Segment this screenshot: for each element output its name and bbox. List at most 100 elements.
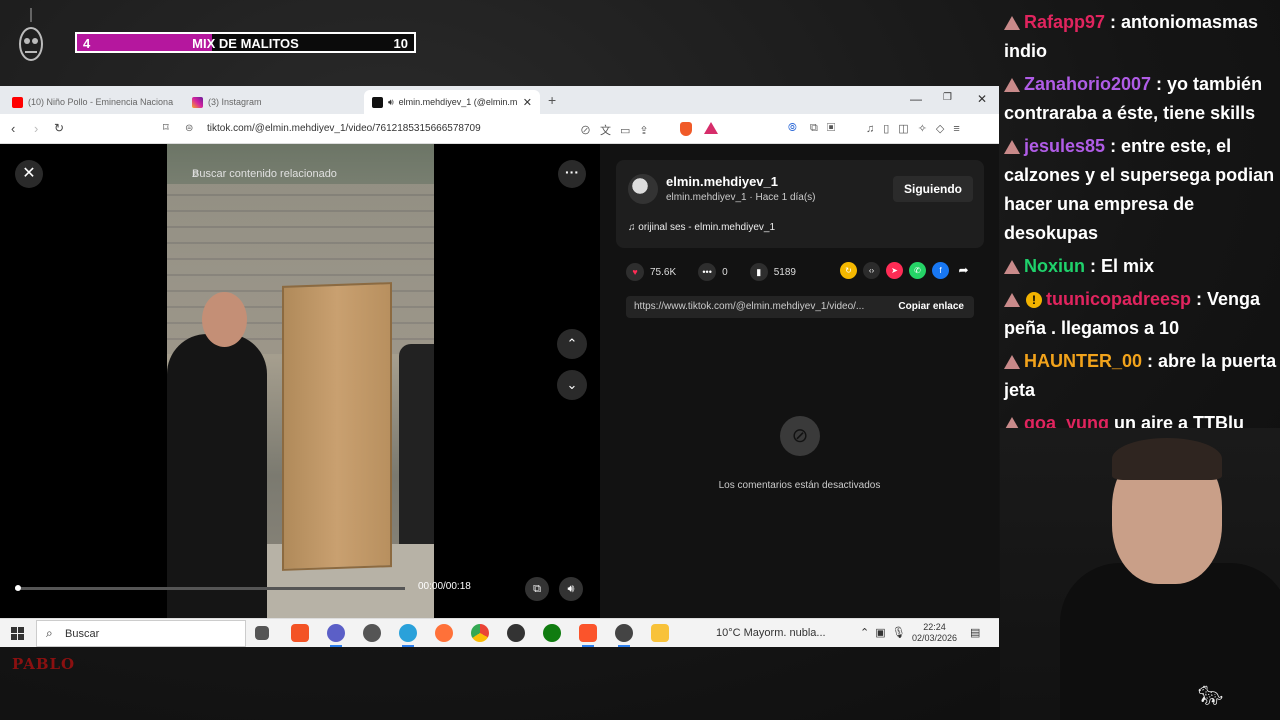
whatsapp-icon[interactable]: ✆ [909, 262, 926, 279]
video-frame-person [167, 334, 267, 618]
avatar[interactable] [628, 174, 658, 204]
address-bar: ‹ › ↻ ⌑ ⊜ tiktok.com/@elmin.mehdiyev_1/vi… [0, 114, 999, 144]
media-player-icon[interactable] [507, 624, 525, 642]
embed-icon[interactable]: ‹› [863, 262, 880, 279]
weather-widget[interactable]: 10°C Mayorm. nubla... [716, 627, 826, 639]
windows-taskbar: ⌕ Buscar 10°C Mayorm. nubla... ⌃▣🎙︎ 22:2… [0, 618, 999, 647]
chat-badge-icon [1004, 16, 1020, 31]
pip-button[interactable]: ⧉ [525, 577, 549, 601]
taskbar-clock[interactable]: 22:24 02/03/2026 [912, 622, 957, 644]
taskbar-search[interactable]: ⌕ Buscar [36, 620, 246, 647]
minimize-button[interactable]: — [910, 92, 922, 106]
youtube-icon [12, 96, 23, 108]
search-icon[interactable]: ⌕ [192, 165, 408, 181]
chat-message: Noxiun : El mix [1004, 252, 1280, 281]
like-heart-icon[interactable]: ♥ [626, 263, 644, 281]
likes-count: 75.6K [650, 266, 677, 278]
volume-button[interactable]: 🔊︎ [559, 577, 583, 601]
tab-instagram[interactable]: (3) Instagram [184, 90, 360, 114]
comment-icon[interactable]: ••• [698, 263, 717, 281]
windows-start-icon[interactable] [11, 627, 24, 640]
bookmark-icon[interactable]: ▮ [749, 263, 768, 281]
chat-username[interactable]: Noxiun [1024, 256, 1085, 276]
comments-off-icon: ⊘ [780, 416, 820, 456]
reload-button[interactable]: ↻ [54, 121, 64, 135]
previous-video-button[interactable]: ⌃ [557, 329, 587, 359]
brave-rewards-icon[interactable] [704, 122, 718, 134]
video-progress-bar[interactable] [15, 585, 405, 591]
next-video-button[interactable]: ⌄ [557, 370, 587, 400]
post-info-panel: elmin.mehdiyev_1 elmin.mehdiyev_1 · Hace… [600, 144, 999, 618]
page-actions-icons[interactable]: ⊘文▭⇪ [580, 122, 658, 138]
chat-panel: Rafapp97 : antoniomasmas indio Zanahorio2… [1004, 8, 1280, 442]
tab-youtube[interactable]: (10) Niño Pollo - Eminencia Naciona [4, 90, 180, 114]
share-link-text[interactable]: https://www.tiktok.com/@elmin.mehdiyev_1… [634, 301, 882, 312]
extensions-icons[interactable]: ⦾ [788, 122, 806, 135]
system-tray-icons[interactable]: ⌃▣🎙︎ [860, 626, 912, 639]
related-search-input[interactable]: Buscar contenido relacionado ⌕ [180, 162, 420, 188]
share-arrow-icon[interactable]: ➦ [955, 262, 972, 279]
facebook-icon[interactable]: f [932, 262, 949, 279]
chat-badge-icon [1004, 78, 1020, 93]
file-explorer-icon[interactable] [651, 624, 669, 642]
music-note-icon: ♫ [628, 222, 639, 233]
site-info-icon[interactable]: ⊜ [185, 118, 197, 140]
webcam-person-hair [1112, 438, 1222, 480]
chat-text: : El mix [1085, 256, 1155, 276]
browser-window: (10) Niño Pollo - Eminencia Naciona (3) … [0, 86, 999, 647]
obs-icon[interactable] [615, 624, 633, 647]
new-tab-button[interactable]: + [548, 92, 556, 108]
taskbar-search-label: Buscar [65, 628, 100, 640]
restore-button[interactable]: ❐ [943, 92, 952, 103]
progress-knob[interactable] [15, 585, 21, 591]
chat-username[interactable]: jesules85 [1024, 136, 1105, 156]
close-window-button[interactable]: ✕ [977, 92, 987, 106]
chat-badge-icon [1004, 140, 1020, 155]
telegram-icon[interactable] [399, 624, 417, 647]
forward-button[interactable]: › [34, 121, 38, 136]
brave-icon[interactable] [579, 624, 597, 647]
firefox-icon[interactable] [435, 624, 453, 642]
alert-badge-icon: ! [1026, 292, 1042, 309]
following-button[interactable]: Siguiendo [893, 176, 973, 202]
music-title: orijinal ses - elmin.mehdiyev_1 [638, 222, 776, 233]
app-icon[interactable] [363, 624, 381, 642]
toolbar-right-icons[interactable]: ♫▯◫✧◇≡ [866, 122, 969, 135]
close-tab-icon[interactable]: ✕ [523, 96, 532, 109]
chat-badge-icon [1004, 260, 1020, 275]
task-view-icon[interactable] [255, 626, 269, 640]
share-icons: ↻ ‹› ➤ ✆ f ➦ [840, 262, 972, 279]
video-player[interactable] [167, 144, 434, 618]
back-button[interactable]: ‹ [11, 121, 15, 136]
video-frame-person-head [202, 292, 247, 347]
brave-shield-icon[interactable] [680, 122, 692, 136]
xbox-icon[interactable] [543, 624, 561, 642]
chat-username[interactable]: Rafapp97 [1024, 12, 1105, 32]
chat-username[interactable]: Zanahorio2007 [1024, 74, 1151, 94]
speaker-icon: 🔊︎ [388, 96, 394, 107]
music-link[interactable]: ♫ orijinal ses - elmin.mehdiyev_1 [628, 222, 775, 233]
chat-message: HAUNTER_00 : abre la puerta jeta [1004, 347, 1280, 405]
video-frame-door [282, 282, 392, 571]
store-icon[interactable] [291, 624, 309, 642]
chat-badge-icon [1004, 355, 1020, 370]
chrome-icon[interactable] [471, 624, 489, 642]
chat-message: Rafapp97 : antoniomasmas indio [1004, 8, 1280, 66]
toolbar-icons[interactable]: ⧉▣ [810, 122, 844, 135]
author-username[interactable]: elmin.mehdiyev_1 [666, 174, 778, 189]
author-subtitle: elmin.mehdiyev_1 · Hace 1 día(s) [666, 192, 816, 203]
channel-logo: PABLO [12, 655, 76, 673]
chat-username[interactable]: tuunicopadreesp [1046, 289, 1191, 309]
tab-tiktok[interactable]: 🔊︎ elmin.mehdiyev_1 (@elmin.m ✕ [364, 90, 540, 114]
search-icon: ⌕ [46, 626, 53, 640]
bookmark-icon[interactable]: ⌑ [163, 121, 169, 134]
close-video-button[interactable]: ✕ [15, 160, 43, 188]
more-options-button[interactable]: ··· [558, 160, 586, 188]
notifications-icon[interactable]: ▤ [970, 626, 986, 639]
teams-icon[interactable] [327, 624, 345, 647]
copy-link-button[interactable]: Copiar enlace [898, 301, 964, 312]
repost-icon[interactable]: ↻ [840, 262, 857, 279]
chat-username[interactable]: HAUNTER_00 [1024, 351, 1142, 371]
mix-count-right: 10 [393, 36, 408, 51]
send-icon[interactable]: ➤ [886, 262, 903, 279]
